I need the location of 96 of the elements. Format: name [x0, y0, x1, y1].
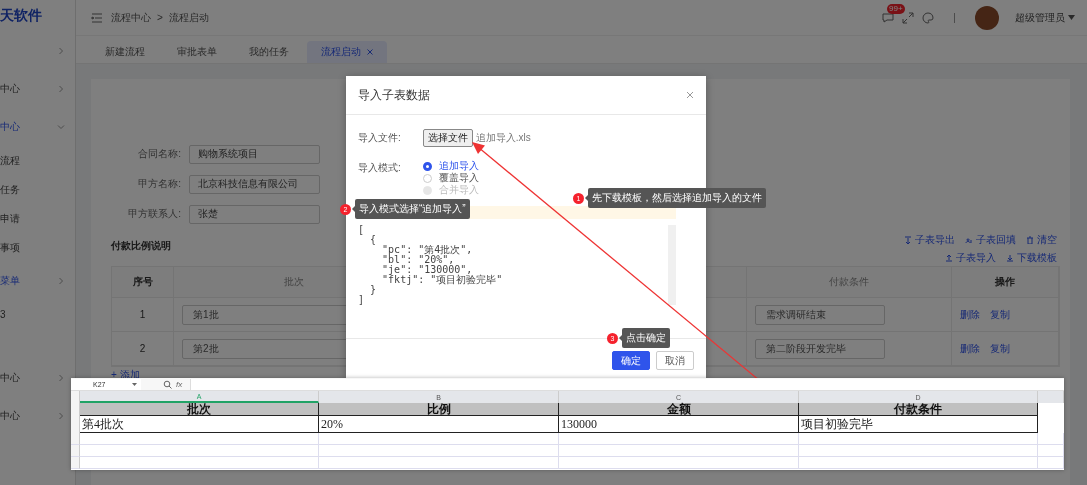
sheet-cell: 项目初验完毕: [799, 416, 1038, 433]
empty-cell[interactable]: [559, 433, 799, 445]
search-icon[interactable]: [163, 379, 172, 389]
radio-button[interactable]: [422, 161, 432, 171]
caret-icon: [132, 382, 137, 386]
confirm-button[interactable]: 确定: [612, 351, 650, 370]
sidebar-item[interactable]: 任务: [0, 175, 75, 204]
logo-text: 天软件: [0, 6, 43, 25]
field-label: 甲方名称:: [137, 177, 181, 191]
close-icon[interactable]: [686, 91, 694, 99]
radio-option[interactable]: 追加导入: [422, 160, 479, 172]
export-icon: [904, 236, 912, 244]
sidebar-item[interactable]: 流程: [0, 146, 75, 175]
cancel-button[interactable]: 取消: [656, 351, 694, 370]
text-field[interactable]: 张楚: [189, 204, 320, 224]
empty-cell[interactable]: [319, 457, 559, 469]
table-cell: 1: [112, 298, 174, 332]
sidebar-item[interactable]: 3: [0, 300, 75, 329]
sidebar-item[interactable]: 申请: [0, 204, 75, 233]
sheet-cell: 130000: [559, 416, 799, 433]
text-field[interactable]: 北京科技信息有限公司: [189, 174, 320, 194]
trash-icon: [1026, 236, 1034, 244]
field-label: 合同名称:: [137, 147, 181, 161]
notification-badge: 99+: [887, 3, 905, 14]
tooltip: 导入模式选择“追加导入”: [355, 199, 470, 219]
download-icon: [1006, 254, 1014, 262]
sheet-cell: 第4批次: [80, 416, 319, 433]
field-label: 甲方联系人:: [127, 207, 181, 221]
toolbar-link[interactable]: 子表导入: [945, 251, 996, 265]
choose-file-button[interactable]: 选择文件: [422, 129, 473, 147]
header-cell: 付款条件: [799, 403, 1038, 416]
empty-cell[interactable]: [559, 445, 799, 457]
dialog-title: 导入子表数据: [358, 86, 430, 104]
empty-cell[interactable]: [1038, 457, 1064, 469]
close-icon[interactable]: [367, 49, 373, 55]
palette-icon[interactable]: [922, 11, 934, 24]
sidebar-menu-item[interactable]: 菜单: [0, 262, 75, 300]
empty-cell[interactable]: [559, 457, 799, 469]
toolbar-link[interactable]: 子表回填: [965, 233, 1016, 247]
empty-cell[interactable]: [1038, 445, 1064, 457]
field-label: 导入文件:: [358, 131, 401, 145]
section-title: 付款比例说明: [111, 239, 171, 253]
menu-icon[interactable]: [91, 11, 103, 24]
empty-cell[interactable]: [799, 433, 1038, 445]
avatar[interactable]: [975, 5, 999, 30]
header-cell: 金额: [559, 403, 799, 416]
empty-cell[interactable]: [799, 457, 1038, 469]
chat-icon[interactable]: [882, 11, 894, 24]
empty-cell[interactable]: [319, 445, 559, 457]
row-action-link[interactable]: 删除: [960, 307, 980, 322]
breadcrumb-separator: >: [157, 12, 163, 23]
toolbar-link[interactable]: 子表导出: [904, 233, 955, 247]
column-letter-cell[interactable]: [1038, 391, 1064, 403]
header-cell: 比例: [319, 403, 559, 416]
users-icon: [965, 236, 973, 244]
empty-cell[interactable]: [799, 445, 1038, 457]
formula-field[interactable]: [190, 378, 1064, 390]
row-number-cell[interactable]: [71, 457, 80, 469]
tab[interactable]: 新建流程: [91, 41, 159, 63]
sidebar-item[interactable]: 事项: [0, 233, 75, 262]
caret-icon: [1068, 15, 1075, 20]
scrollbar[interactable]: [668, 225, 676, 305]
fullscreen-icon[interactable]: [902, 11, 914, 24]
text-field[interactable]: 购物系统项目: [189, 144, 320, 164]
sidebar-menu-item[interactable]: 中心: [0, 108, 75, 146]
radio-option[interactable]: 覆盖导入: [422, 172, 479, 184]
sidebar-menu-item[interactable]: 中心: [0, 70, 75, 108]
add-row-link[interactable]: + 添加: [111, 369, 140, 380]
row-action-link[interactable]: 复制: [990, 341, 1010, 356]
breadcrumb-item[interactable]: 流程启动: [168, 10, 209, 25]
breadcrumb-item[interactable]: 流程中心: [111, 10, 151, 25]
formula-label: fx: [176, 379, 183, 389]
empty-cell[interactable]: [319, 433, 559, 445]
row-number-cell[interactable]: [71, 433, 80, 445]
toolbar-link[interactable]: 下载模板: [1006, 251, 1057, 265]
cell-input[interactable]: 需求调研结束: [755, 304, 885, 325]
table-cell: 2: [112, 332, 174, 366]
row-action-link[interactable]: 删除: [960, 341, 980, 356]
row-action-link[interactable]: 复制: [990, 307, 1010, 322]
upload-icon: [945, 254, 953, 262]
tooltip: 点击确定: [622, 328, 670, 348]
row-number-cell[interactable]: [71, 445, 80, 457]
tab[interactable]: 我的任务: [235, 41, 303, 63]
column-header: 序号: [112, 267, 174, 298]
column-header: 操作: [952, 267, 1059, 298]
tab[interactable]: 审批表单: [163, 41, 231, 63]
header-cell: 批次: [80, 403, 319, 416]
user-menu[interactable]: 超级管理员: [1015, 10, 1075, 25]
tooltip: 先下载模板，然后选择追加导入的文件: [588, 188, 766, 208]
sheet-cell: 20%: [319, 416, 559, 433]
tab[interactable]: 流程启动: [307, 41, 387, 63]
file-name: 追加导入.xls: [475, 131, 531, 145]
toolbar-link[interactable]: 清空: [1026, 233, 1057, 247]
empty-cell[interactable]: [1038, 433, 1064, 445]
field-label: 导入模式:: [358, 161, 401, 175]
corner-cell[interactable]: [71, 391, 80, 403]
